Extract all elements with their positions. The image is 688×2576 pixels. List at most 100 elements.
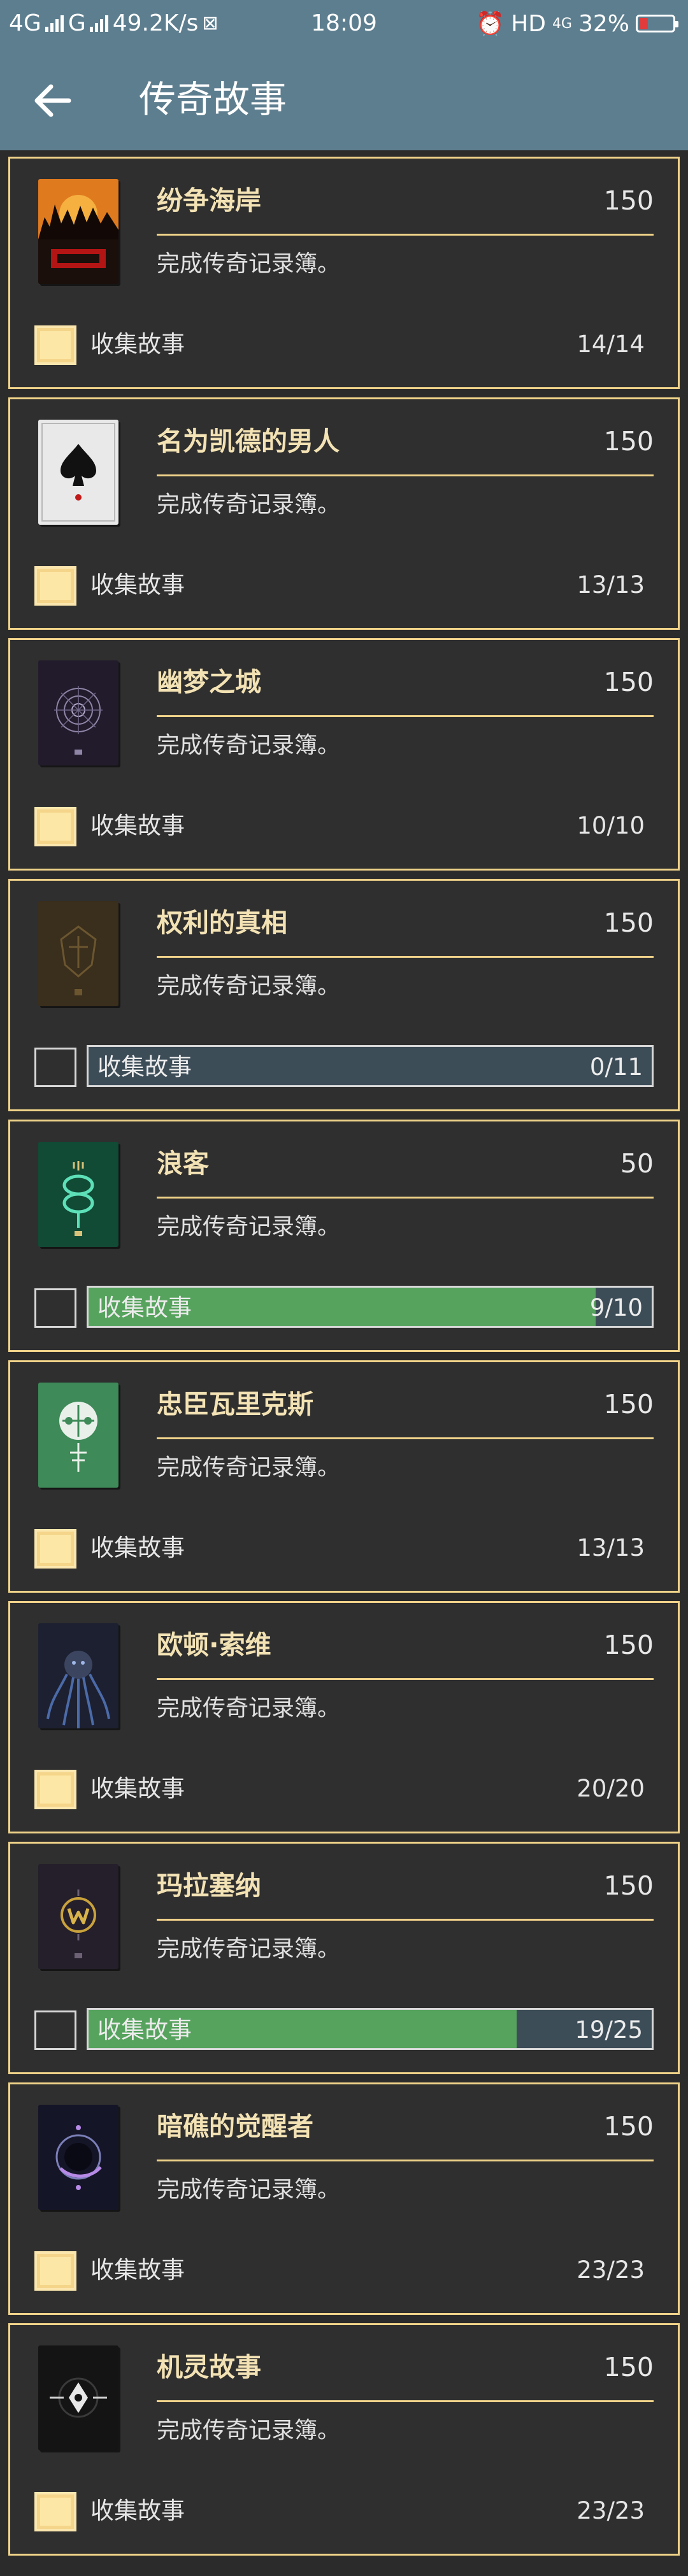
book-cover-icon: [38, 660, 118, 765]
progress-label: 收集故事: [97, 1294, 192, 1321]
triumph-points: 50: [620, 1148, 654, 1179]
triumph-card[interactable]: 浪客 50 完成传奇记录簿。 收集故事 9/10: [8, 1120, 680, 1352]
status-right: ⏰ HD 4G 32%: [476, 10, 678, 37]
book-cover-icon: [38, 1623, 118, 1728]
progress-count: 14/14: [577, 331, 645, 358]
triumph-card[interactable]: 玛拉塞纳 150 完成传奇记录簿。 收集故事 19/25: [8, 1842, 680, 2074]
book-cover-icon: [38, 179, 118, 284]
triumph-title: 暗礁的觉醒者: [157, 2111, 313, 2142]
battery-percent: 32%: [578, 10, 629, 37]
triumph-card[interactable]: 名为凯德的男人 150 完成传奇记录簿。 收集故事 13/13: [8, 397, 680, 630]
triumph-description: 完成传奇记录簿。: [157, 973, 341, 999]
completion-checkbox[interactable]: [34, 1288, 76, 1328]
status-bar: 4G G 49.2K/s ⊠ 18:09 ⏰ HD 4G 32%: [0, 0, 688, 50]
triumph-points: 150: [603, 185, 654, 216]
title-divider: [157, 2160, 654, 2161]
completion-checkbox[interactable]: [34, 1048, 76, 1087]
title-divider: [157, 1919, 654, 1921]
progress-label: 收集故事: [90, 1534, 185, 1562]
book-cover-icon: [38, 1142, 118, 1247]
book-cover-icon: [38, 1383, 118, 1488]
progress-label: 收集故事: [90, 571, 185, 599]
back-arrow-icon[interactable]: [33, 83, 71, 118]
triumph-description: 完成传奇记录簿。: [157, 1936, 341, 1962]
book-cover-icon: [38, 901, 118, 1006]
progress-bar: 收集故事 9/10: [87, 1286, 654, 1328]
progress-count: 13/13: [577, 1534, 645, 1562]
progress-bar: 收集故事 19/25: [87, 2008, 654, 2050]
progress-count: 9/10: [589, 1294, 643, 1321]
title-divider: [157, 956, 654, 958]
triumph-title: 纷争海岸: [157, 185, 261, 216]
alarm-icon: ⏰: [476, 11, 505, 37]
completion-checkbox[interactable]: [34, 566, 76, 606]
progress-label: 收集故事: [90, 812, 185, 839]
triumph-points: 150: [603, 667, 654, 697]
triumph-title: 幽梦之城: [157, 667, 261, 697]
triumph-card[interactable]: 权利的真相 150 完成传奇记录簿。 收集故事 0/11: [8, 879, 680, 1111]
triumph-card[interactable]: 暗礁的觉醒者 150 完成传奇记录簿。 收集故事 23/23: [8, 2082, 680, 2315]
battery-icon: [636, 15, 678, 32]
title-divider: [157, 1197, 654, 1199]
completion-checkbox[interactable]: [34, 2251, 76, 2291]
triumph-card[interactable]: 欧顿·索维 150 完成传奇记录簿。 收集故事 20/20: [8, 1601, 680, 1833]
book-cover-icon: [38, 420, 118, 525]
completion-checkbox[interactable]: [34, 2492, 76, 2531]
triumph-description: 完成传奇记录簿。: [157, 251, 341, 277]
title-divider: [157, 474, 654, 476]
progress-label: 收集故事: [97, 1053, 192, 1081]
completion-checkbox[interactable]: [34, 1529, 76, 1569]
triumph-title: 权利的真相: [157, 907, 287, 938]
progress-count: 10/10: [577, 812, 645, 839]
triumph-card[interactable]: 幽梦之城 150 完成传奇记录簿。 收集故事 10/10: [8, 638, 680, 871]
app-bar: 传奇故事: [0, 50, 688, 150]
progress-count: 23/23: [577, 2497, 645, 2524]
triumph-title: 名为凯德的男人: [157, 426, 340, 457]
book-cover-icon: [38, 2105, 118, 2210]
triumph-title: 浪客: [157, 1148, 209, 1179]
network-type-right-label: 4G: [552, 15, 572, 32]
completion-checkbox[interactable]: [34, 807, 76, 846]
title-divider: [157, 2400, 654, 2402]
progress-label: 收集故事: [90, 2256, 185, 2284]
book-cover-icon: [38, 1864, 118, 1969]
triumph-title: 玛拉塞纳: [157, 1870, 261, 1901]
triumph-card[interactable]: 忠臣瓦里克斯 150 完成传奇记录簿。 收集故事 13/13: [8, 1360, 680, 1593]
progress-count: 0/11: [589, 1053, 643, 1081]
hd-label: HD: [511, 10, 546, 37]
triumph-card[interactable]: 机灵故事 150 完成传奇记录簿。 收集故事 23/23: [8, 2323, 680, 2556]
triumph-description: 完成传奇记录簿。: [157, 1214, 341, 1240]
progress-label: 收集故事: [97, 2016, 192, 2044]
triumph-points: 150: [603, 2352, 654, 2382]
completion-checkbox[interactable]: [34, 2010, 76, 2050]
progress-bar: 收集故事 0/11: [87, 1045, 654, 1087]
triumph-description: 完成传奇记录簿。: [157, 1455, 341, 1481]
triumph-points: 150: [603, 2111, 654, 2142]
progress-count: 20/20: [577, 1775, 645, 1802]
triumph-title: 欧顿·索维: [157, 1630, 271, 1660]
progress-label: 收集故事: [90, 2497, 185, 2524]
triumph-card[interactable]: 纷争海岸 150 完成传奇记录簿。 收集故事 14/14: [8, 157, 680, 389]
triumph-points: 150: [603, 1389, 654, 1420]
title-divider: [157, 715, 654, 717]
triumph-points: 150: [603, 1630, 654, 1660]
triumph-title: 机灵故事: [157, 2352, 261, 2382]
triumph-description: 完成传奇记录簿。: [157, 2417, 341, 2444]
triumph-points: 150: [603, 907, 654, 938]
page-title: 传奇故事: [139, 78, 287, 121]
book-cover-icon: [38, 2345, 118, 2451]
triumph-points: 150: [603, 426, 654, 457]
title-divider: [157, 234, 654, 236]
completion-checkbox[interactable]: [34, 325, 76, 365]
progress-count: 13/13: [577, 571, 645, 599]
triumph-title: 忠臣瓦里克斯: [157, 1389, 313, 1420]
completion-checkbox[interactable]: [34, 1770, 76, 1809]
progress-label: 收集故事: [90, 331, 185, 358]
progress-count: 23/23: [577, 2256, 645, 2284]
progress-label: 收集故事: [90, 1775, 185, 1802]
triumph-description: 完成传奇记录簿。: [157, 492, 341, 518]
triumph-description: 完成传奇记录簿。: [157, 2177, 341, 2203]
triumph-description: 完成传奇记录簿。: [157, 732, 341, 758]
triumph-description: 完成传奇记录簿。: [157, 1695, 341, 1721]
title-divider: [157, 1437, 654, 1439]
